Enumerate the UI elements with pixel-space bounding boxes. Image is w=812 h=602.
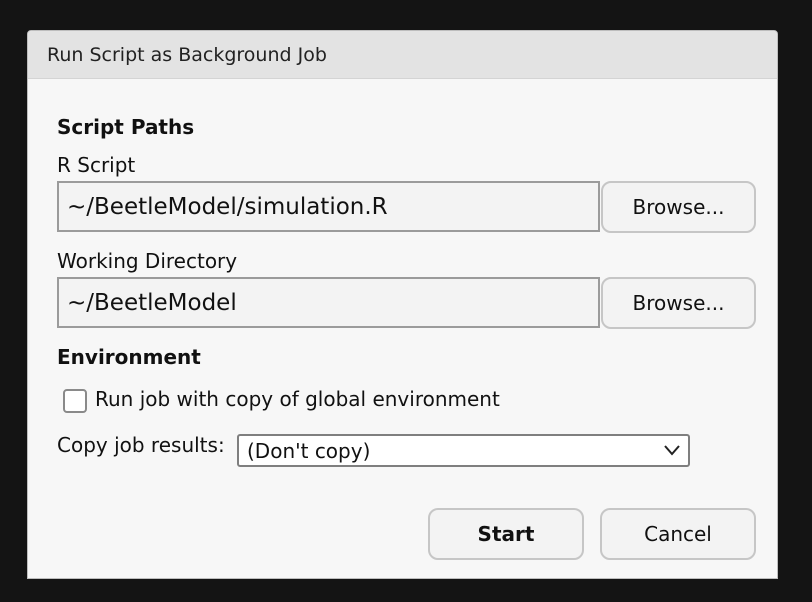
cancel-button-label: Cancel [644,522,712,546]
cancel-button[interactable]: Cancel [600,508,756,560]
start-button[interactable]: Start [428,508,584,560]
working-directory-input[interactable] [57,277,600,328]
script-paths-heading: Script Paths [57,115,195,139]
dialog-titlebar[interactable]: Run Script as Background Job [28,31,777,79]
copy-results-select[interactable]: (Don't copy) [237,434,690,467]
copy-results-label: Copy job results: [57,433,225,457]
working-directory-label: Working Directory [57,249,238,273]
dialog-title: Run Script as Background Job [47,43,327,66]
global-environment-checkbox[interactable] [63,389,87,413]
start-button-label: Start [477,522,535,546]
r-script-browse-button[interactable]: Browse... [601,181,756,233]
r-script-input[interactable] [57,181,600,232]
background-job-dialog: Run Script as Background Job Script Path… [27,30,778,579]
working-directory-browse-label: Browse... [632,291,725,315]
global-environment-checkbox-label[interactable]: Run job with copy of global environment [95,387,500,411]
r-script-browse-label: Browse... [632,195,725,219]
chevron-down-icon [664,445,680,456]
copy-results-selected-value: (Don't copy) [247,438,371,463]
working-directory-browse-button[interactable]: Browse... [601,277,756,329]
r-script-label: R Script [57,153,136,177]
environment-heading: Environment [57,345,201,369]
